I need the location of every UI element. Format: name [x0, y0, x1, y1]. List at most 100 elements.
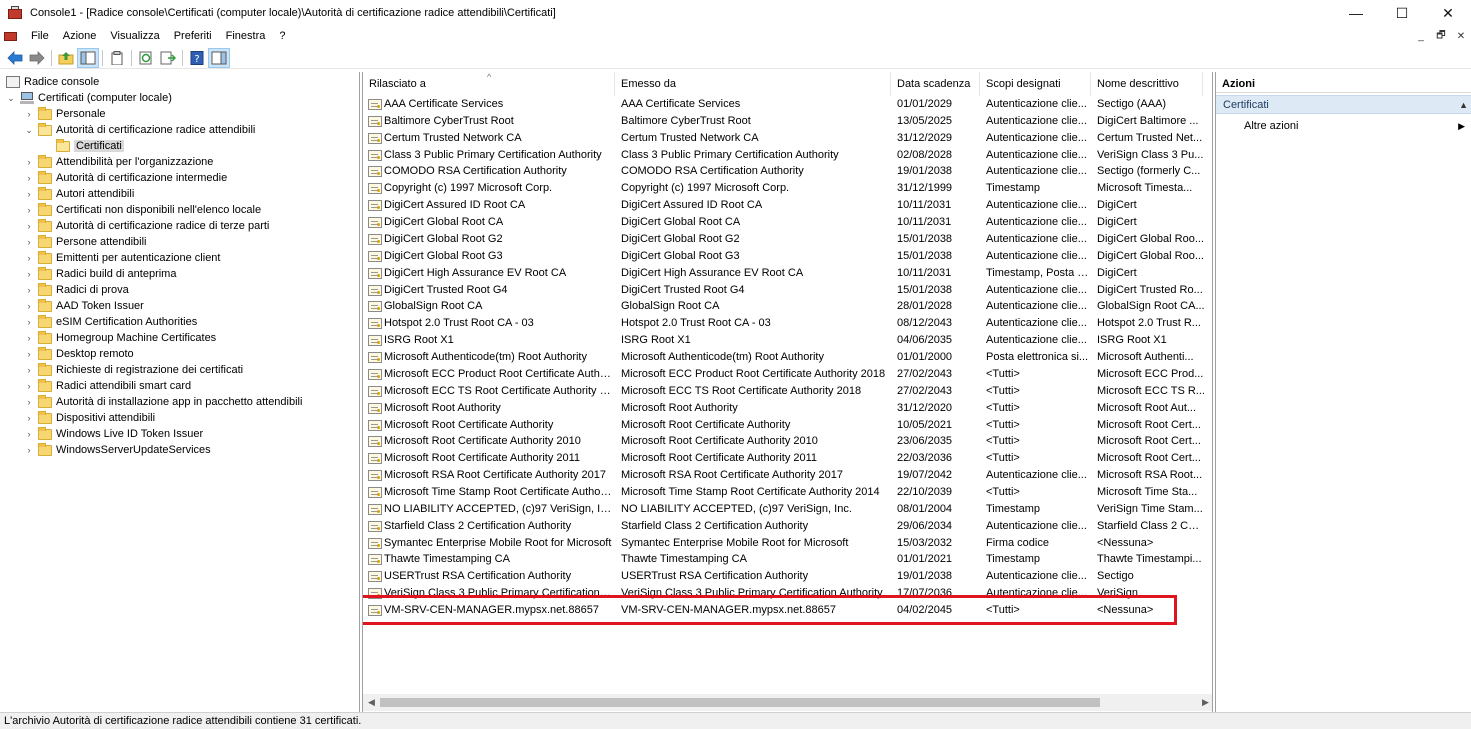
- table-row[interactable]: NO LIABILITY ACCEPTED, (c)97 VeriSign, I…: [363, 501, 1212, 518]
- tree-item[interactable]: › Emittenti per autenticazione client: [24, 250, 220, 266]
- expand-chevron-icon[interactable]: ›: [24, 426, 34, 442]
- expand-chevron-icon[interactable]: ›: [24, 250, 34, 266]
- table-row[interactable]: Hotspot 2.0 Trust Root CA - 03 Hotspot 2.…: [363, 315, 1212, 332]
- table-row[interactable]: Microsoft Time Stamp Root Certificate Au…: [363, 484, 1212, 501]
- mmc-app-icon[interactable]: [8, 6, 22, 20]
- expand-chevron-icon[interactable]: ›: [24, 154, 34, 170]
- table-row[interactable]: Certum Trusted Network CA Certum Trusted …: [363, 130, 1212, 147]
- expand-chevron-icon[interactable]: ›: [24, 218, 34, 234]
- expand-chevron-icon[interactable]: ›: [24, 346, 34, 362]
- column-header-expiration[interactable]: Data scadenza: [891, 72, 980, 96]
- table-row[interactable]: DigiCert High Assurance EV Root CA DigiCe…: [363, 265, 1212, 282]
- tree-item-root[interactable]: Radice console: [6, 74, 99, 90]
- show-hide-action-pane-icon[interactable]: [208, 47, 230, 68]
- expand-chevron-icon[interactable]: ›: [24, 170, 34, 186]
- actions-section-certificati[interactable]: Certificati ▲: [1216, 95, 1471, 114]
- action-more-actions[interactable]: Altre azioni: [1244, 118, 1298, 134]
- expand-chevron-icon[interactable]: ›: [24, 106, 34, 122]
- tree-item[interactable]: ⌄ Autorità di certificazione radice atten…: [24, 122, 255, 138]
- expand-chevron-icon[interactable]: ›: [24, 394, 34, 410]
- table-row[interactable]: AAA Certificate Services AAA Certificate …: [363, 96, 1212, 113]
- menu-preferiti[interactable]: Preferiti: [167, 26, 219, 46]
- tree-item[interactable]: › Attendibilità per l'organizzazione: [24, 154, 213, 170]
- table-row[interactable]: DigiCert Global Root G3 DigiCert Global R…: [363, 248, 1212, 265]
- menu-help[interactable]: ?: [272, 26, 292, 46]
- table-row[interactable]: GlobalSign Root CA GlobalSign Root CA 28/0…: [363, 298, 1212, 315]
- table-row[interactable]: Microsoft Root Authority Microsoft Root A…: [363, 400, 1212, 417]
- table-row[interactable]: Microsoft Root Certificate Authority Micr…: [363, 417, 1212, 434]
- expand-chevron-icon[interactable]: ›: [24, 410, 34, 426]
- refresh-icon[interactable]: [135, 48, 157, 68]
- tree-item[interactable]: › eSIM Certification Authorities: [24, 314, 197, 330]
- menu-file[interactable]: File: [24, 26, 56, 46]
- up-folder-icon[interactable]: [55, 48, 77, 68]
- expand-chevron-icon[interactable]: ›: [24, 202, 34, 218]
- tree-item[interactable]: › Radici attendibili smart card: [24, 378, 191, 394]
- table-row[interactable]: Baltimore CyberTrust Root Baltimore Cyber…: [363, 113, 1212, 130]
- console-menu-icon[interactable]: [4, 30, 18, 42]
- tree-item[interactable]: › Persone attendibili: [24, 234, 147, 250]
- tree-item[interactable]: › Radici build di anteprima: [24, 266, 176, 282]
- tree-item-computer[interactable]: ⌄ Certificati (computer locale): [6, 90, 172, 106]
- table-row[interactable]: Symantec Enterprise Mobile Root for Micr…: [363, 535, 1212, 552]
- tree-item[interactable]: › Homegroup Machine Certificates: [24, 330, 216, 346]
- table-row[interactable]: DigiCert Trusted Root G4 DigiCert Trusted…: [363, 282, 1212, 299]
- expand-chevron-icon[interactable]: ›: [24, 442, 34, 458]
- collapse-chevron-icon[interactable]: ⌄: [6, 90, 16, 106]
- mdi-minimize-button[interactable]: _: [1411, 28, 1431, 44]
- mdi-close-button[interactable]: ✕: [1451, 28, 1471, 44]
- back-arrow-icon[interactable]: [4, 48, 26, 68]
- tree-item[interactable]: › Desktop remoto: [24, 346, 134, 362]
- tree-item[interactable]: Certificati: [56, 138, 124, 154]
- tree-item[interactable]: › Autorità di certificazione radice di te…: [24, 218, 269, 234]
- column-header-issued-by[interactable]: Emesso da: [615, 72, 891, 96]
- tree-item[interactable]: › Richieste di registrazione dei certific…: [24, 362, 243, 378]
- export-list-icon[interactable]: [157, 48, 179, 68]
- clipboard-icon[interactable]: [106, 48, 128, 68]
- maximize-button[interactable]: ☐: [1379, 0, 1425, 26]
- help-icon[interactable]: ?: [186, 48, 208, 68]
- tree-item[interactable]: › Dispositivi attendibili: [24, 410, 155, 426]
- horizontal-scrollbar[interactable]: ◀ ▶: [363, 694, 1212, 711]
- expand-chevron-icon[interactable]: ›: [24, 314, 34, 330]
- expand-chevron-icon[interactable]: ›: [24, 266, 34, 282]
- table-row[interactable]: Microsoft ECC TS Root Certificate Author…: [363, 383, 1212, 400]
- table-row[interactable]: DigiCert Global Root CA DigiCert Global R…: [363, 214, 1212, 231]
- table-row[interactable]: COMODO RSA Certification Authority COMODO…: [363, 163, 1212, 180]
- column-header-issued-to[interactable]: Rilasciato a ^: [363, 72, 615, 96]
- minimize-button[interactable]: —: [1333, 0, 1379, 26]
- menu-visualizza[interactable]: Visualizza: [103, 26, 166, 46]
- expand-chevron-icon[interactable]: ›: [24, 362, 34, 378]
- close-button[interactable]: ✕: [1425, 0, 1471, 26]
- table-row[interactable]: Microsoft Authenticode(tm) Root Authorit…: [363, 349, 1212, 366]
- table-row[interactable]: Microsoft ECC Product Root Certificate A…: [363, 366, 1212, 383]
- tree-item[interactable]: › Certificati non disponibili nell'elenco…: [24, 202, 261, 218]
- show-hide-tree-icon[interactable]: [77, 47, 99, 68]
- table-row[interactable]: Microsoft RSA Root Certificate Authority…: [363, 467, 1212, 484]
- table-row[interactable]: Microsoft Root Certificate Authority 201…: [363, 433, 1212, 450]
- tree-item[interactable]: › Autorità di certificazione intermedie: [24, 170, 227, 186]
- table-row[interactable]: Microsoft Root Certificate Authority 201…: [363, 450, 1212, 467]
- expand-chevron-icon[interactable]: ›: [24, 186, 34, 202]
- menu-finestra[interactable]: Finestra: [219, 26, 273, 46]
- collapse-section-icon[interactable]: ▲: [1459, 96, 1468, 115]
- scroll-right-icon[interactable]: ▶: [1197, 694, 1212, 711]
- scroll-left-icon[interactable]: ◀: [363, 694, 380, 711]
- table-row[interactable]: Thawte Timestamping CA Thawte Timestampin…: [363, 551, 1212, 568]
- table-row[interactable]: ISRG Root X1 ISRG Root X1 04/06/2035 Autent…: [363, 332, 1212, 349]
- tree-item[interactable]: › Personale: [24, 106, 106, 122]
- table-row[interactable]: Class 3 Public Primary Certification Aut…: [363, 147, 1212, 164]
- table-row[interactable]: DigiCert Global Root G2 DigiCert Global R…: [363, 231, 1212, 248]
- table-row[interactable]: Starfield Class 2 Certification Authorit…: [363, 518, 1212, 535]
- column-header-friendly-name[interactable]: Nome descrittivo: [1091, 72, 1203, 96]
- expand-chevron-icon[interactable]: ›: [24, 234, 34, 250]
- column-header-purposes[interactable]: Scopi designati: [980, 72, 1091, 96]
- collapse-chevron-icon[interactable]: ⌄: [24, 122, 34, 138]
- scrollbar-thumb[interactable]: [380, 698, 1100, 707]
- expand-chevron-icon[interactable]: ›: [24, 378, 34, 394]
- tree-item[interactable]: › AAD Token Issuer: [24, 298, 144, 314]
- mdi-restore-button[interactable]: 🗗: [1431, 28, 1451, 44]
- table-row[interactable]: Copyright (c) 1997 Microsoft Corp. Copyri…: [363, 180, 1212, 197]
- table-row[interactable]: USERTrust RSA Certification Authority USE…: [363, 568, 1212, 585]
- expand-chevron-icon[interactable]: ›: [24, 298, 34, 314]
